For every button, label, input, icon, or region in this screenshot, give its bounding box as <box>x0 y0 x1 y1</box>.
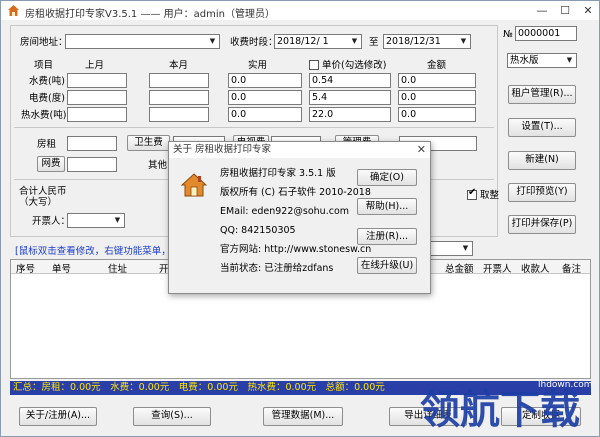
about-status-line: 当前状态: 已注册给zdfans <box>220 263 334 274</box>
room-address-label: 房间地址： <box>20 37 68 48</box>
network-fee-input[interactable] <box>67 157 117 172</box>
rent-label: 房租 <box>37 139 57 150</box>
grid-col-address[interactable]: 住址 <box>108 261 127 275</box>
window-title: 房租收据打印专家V3.5.1 —— 用户：admin（管理员） <box>25 9 275 20</box>
chevron-down-icon: ▼ <box>114 216 121 224</box>
power-last-input[interactable] <box>67 90 127 105</box>
settings-button[interactable]: 设置(T)... <box>508 118 576 137</box>
sanitation-fee-button[interactable]: 卫生费 <box>127 135 170 151</box>
total-rmb-label: 合计人民币（大写） <box>19 186 67 208</box>
grid-col-total[interactable]: 总金额 <box>445 261 474 275</box>
period-label: 收费时段： <box>230 37 278 48</box>
water-last-input[interactable] <box>67 73 127 88</box>
about-online-update-button[interactable]: 在线升级(U) <box>357 257 417 274</box>
col-unit-price: 单价(勾选修改) <box>322 60 387 71</box>
grid-col-payee[interactable]: 收款人 <box>521 261 550 275</box>
hot-water-amount-field: 0.0 <box>398 107 476 122</box>
maximize-button[interactable]: ☐ <box>554 3 576 18</box>
watermark-brand: 领航下载 <box>420 387 580 433</box>
date-to-picker[interactable]: 2018/12/31 ▼ <box>383 34 471 49</box>
app-house-icon <box>8 5 19 16</box>
about-close-button[interactable]: ✕ <box>417 143 426 157</box>
about-ok-button[interactable]: 确定(O) <box>357 169 417 186</box>
other-label: 其他 <box>148 160 168 171</box>
col-actual: 实用 <box>248 60 268 71</box>
new-button[interactable]: 新建(N) <box>508 151 576 170</box>
hot-water-this-input[interactable] <box>149 107 209 122</box>
hot-water-label: 热水费(吨) <box>21 110 67 121</box>
about-register-dialog-button[interactable]: 注册(R)... <box>357 228 417 245</box>
edition-select-value: 热水版 <box>510 55 539 66</box>
issuer-combo[interactable]: ▼ <box>67 213 125 228</box>
chevron-down-icon: ▼ <box>566 56 573 64</box>
col-this-month: 本月 <box>169 60 189 71</box>
hot-water-unit-price-field[interactable]: 22.0 <box>309 107 391 122</box>
round-label: 取整 <box>480 190 500 201</box>
power-this-input[interactable] <box>149 90 209 105</box>
grid-col-issuer[interactable]: 开票人 <box>483 261 512 275</box>
close-button[interactable]: ✕ <box>577 3 599 18</box>
about-qq-line: QQ: 842150305 <box>220 225 296 236</box>
power-unit-price-field[interactable]: 5.4 <box>309 90 391 105</box>
issuer-label: 开票人： <box>32 216 71 227</box>
to-label: 至 <box>369 37 379 48</box>
unit-price-edit-checkbox[interactable] <box>309 60 319 70</box>
minimize-button[interactable]: — <box>531 3 553 18</box>
grid-col-seq[interactable]: 序号 <box>16 261 35 275</box>
about-product-line: 房租收据打印专家 3.5.1 版 <box>220 168 336 179</box>
about-help-button[interactable]: 帮助(H)... <box>357 198 417 215</box>
check-icon: ✔ <box>468 187 477 198</box>
hot-water-last-input[interactable] <box>67 107 127 122</box>
water-actual-field: 0.0 <box>228 73 302 88</box>
query-button[interactable]: 查询(S)... <box>133 407 211 426</box>
water-this-input[interactable] <box>149 73 209 88</box>
col-amount: 金额 <box>427 60 447 71</box>
house-icon <box>181 173 207 197</box>
title-bar: 房租收据打印专家V3.5.1 —— 用户：admin（管理员） — ☐ ✕ <box>1 1 599 20</box>
print-preview-button[interactable]: 打印预览(Y) <box>508 183 576 202</box>
manage-data-button[interactable]: 管理数据(M)... <box>263 407 343 426</box>
chevron-down-icon: ▼ <box>351 37 358 45</box>
tenant-management-button[interactable]: 租户管理(R)... <box>508 85 576 104</box>
chevron-down-icon: ▼ <box>209 37 216 45</box>
about-copyright-line: 版权所有 (C) 石子软件 2010-2018 <box>220 187 371 198</box>
power-actual-field: 0.0 <box>228 90 302 105</box>
water-unit-price-field[interactable]: 0.54 <box>309 73 391 88</box>
date-to-value: 2018/12/31 <box>386 36 441 47</box>
grid-col-remark[interactable]: 备注 <box>562 261 581 275</box>
col-item: 项目 <box>34 60 54 71</box>
about-website-line: 官方网站: http://www.stonesw.cn <box>220 244 372 255</box>
water-label: 水费(吨) <box>29 76 65 87</box>
about-register-button[interactable]: 关于/注册(A)... <box>19 407 97 426</box>
power-amount-field: 0.0 <box>398 90 476 105</box>
room-address-combo[interactable]: ▼ <box>65 34 220 49</box>
col-last-month: 上月 <box>85 60 105 71</box>
receipt-no-label: № <box>503 29 513 40</box>
date-from-value: 2018/12/ 1 <box>277 36 329 47</box>
grid-col-number[interactable]: 单号 <box>52 261 71 275</box>
about-dialog-title: 关于 房租收据打印专家 <box>173 144 272 155</box>
print-save-button[interactable]: 打印并保存(P) <box>508 215 576 234</box>
date-from-picker[interactable]: 2018/12/ 1 ▼ <box>274 34 362 49</box>
chevron-down-icon: ▼ <box>460 37 467 45</box>
hot-water-actual-field: 0.0 <box>228 107 302 122</box>
chevron-down-icon: ▼ <box>462 244 469 252</box>
power-label: 电费(度) <box>29 93 65 104</box>
network-fee-button[interactable]: 网费 <box>37 156 65 172</box>
rent-input[interactable] <box>67 136 117 151</box>
edition-select[interactable]: 热水版 ▼ <box>507 53 577 68</box>
water-amount-field: 0.0 <box>398 73 476 88</box>
about-dialog: 关于 房租收据打印专家 ✕ 房租收据打印专家 3.5.1 版 版权所有 (C) … <box>168 141 431 294</box>
receipt-no-field[interactable]: 0000001 <box>515 26 577 41</box>
about-dialog-title-bar: 关于 房租收据打印专家 ✕ <box>169 142 430 158</box>
about-email-line: EMail: eden922@sohu.com <box>220 206 350 217</box>
divider <box>14 127 494 128</box>
